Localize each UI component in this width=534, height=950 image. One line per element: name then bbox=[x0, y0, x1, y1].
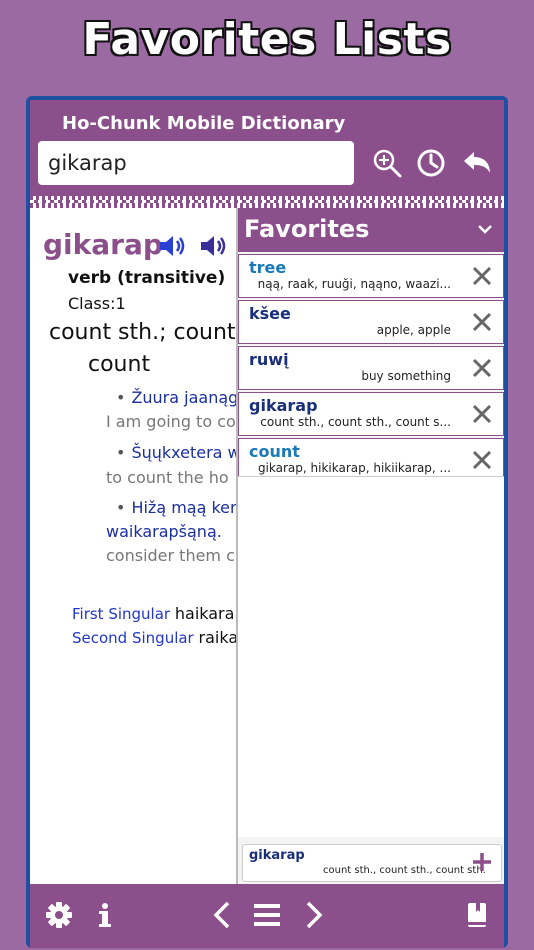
entry-pane: gikarap verb (transitive) Class:1 count … bbox=[30, 208, 236, 884]
current-entry-card: gikarap count sth., count sth., count st… bbox=[242, 844, 502, 882]
current-entry-word: gikarap bbox=[249, 848, 305, 863]
example-1-english: I am going to co bbox=[106, 412, 236, 431]
favorite-gloss: apple, apple bbox=[376, 323, 451, 337]
back-icon[interactable] bbox=[460, 146, 494, 180]
favorite-gloss: count sth., count sth., count s... bbox=[260, 415, 451, 429]
favorite-gloss: buy something bbox=[361, 369, 451, 383]
conjugation-label: First Singular bbox=[72, 605, 171, 623]
entry-part-of-speech: verb (transitive) bbox=[68, 268, 226, 288]
example-2-hocak: • Šųųkxetera w bbox=[116, 443, 236, 462]
info-icon[interactable] bbox=[90, 900, 120, 930]
example-3-hocak: • Hižą mąą ker bbox=[116, 498, 236, 517]
favorite-word: tree bbox=[249, 258, 287, 277]
favorite-word: ruwį bbox=[249, 350, 289, 369]
search-input[interactable] bbox=[38, 141, 358, 185]
remove-favorite-icon[interactable] bbox=[471, 449, 493, 471]
favorites-title: Favorites bbox=[244, 215, 370, 243]
conjugation-row: Second Singular raikar bbox=[72, 628, 236, 647]
favorite-gloss: nąą, raak, ruuği, nąąno, waazi... bbox=[257, 277, 451, 291]
conjugation-value: raikar bbox=[198, 628, 236, 647]
speaker-slow-icon[interactable] bbox=[198, 232, 230, 260]
favorites-header[interactable]: Favorites bbox=[238, 208, 504, 252]
promo-title: Favorites Lists bbox=[81, 13, 453, 67]
conjugation-label: Second Singular bbox=[72, 629, 194, 647]
favorite-item-gikarap[interactable]: gikarap count sth., count sth., count s.… bbox=[238, 392, 504, 436]
settings-icon[interactable] bbox=[44, 900, 74, 930]
entry-definition-line2: count bbox=[88, 352, 151, 377]
history-icon[interactable] bbox=[414, 146, 448, 180]
favorite-item-ruwi[interactable]: ruwį buy something bbox=[238, 346, 504, 390]
bottom-toolbar bbox=[30, 884, 504, 948]
example-2-english: to count the ho bbox=[106, 468, 229, 487]
entry-class: Class:1 bbox=[68, 294, 126, 313]
remove-favorite-icon[interactable] bbox=[471, 403, 493, 425]
favorite-item-ksee[interactable]: kšee apple, apple bbox=[238, 300, 504, 344]
favorite-item-tree[interactable]: tree nąą, raak, ruuği, nąąno, waazi... bbox=[238, 254, 504, 298]
current-entry-gloss: count sth., count sth., count sth. bbox=[323, 865, 486, 876]
previous-icon[interactable] bbox=[208, 900, 238, 930]
favorite-word: kšee bbox=[249, 304, 291, 323]
header-border bbox=[30, 196, 504, 208]
conjugation-row: First Singular haikarap bbox=[72, 604, 236, 623]
favorite-gloss: gikarap, hikikarap, hikiikarap, ... bbox=[257, 461, 451, 475]
remove-favorite-icon[interactable] bbox=[471, 265, 493, 287]
device-frame: Ho-Chunk Mobile Dictionary gikarap gikar… bbox=[26, 96, 508, 948]
next-icon[interactable] bbox=[298, 900, 328, 930]
dictionary-book-icon[interactable] bbox=[462, 900, 492, 930]
remove-favorite-icon[interactable] bbox=[471, 357, 493, 379]
speaker-icon[interactable] bbox=[157, 232, 189, 260]
conjugation-value: haikarap bbox=[174, 604, 236, 623]
app-title: Ho-Chunk Mobile Dictionary bbox=[62, 113, 346, 134]
example-3-english: consider them c bbox=[106, 546, 235, 565]
favorites-empty-area bbox=[238, 476, 504, 837]
favorites-panel: Favorites tree nąą, raak, ruuği, nąąno, … bbox=[238, 208, 504, 884]
app-header: Ho-Chunk Mobile Dictionary bbox=[30, 100, 504, 204]
favorite-word: gikarap bbox=[249, 396, 318, 415]
favorites-list: tree nąą, raak, ruuği, nąąno, waazi... k… bbox=[238, 254, 504, 484]
entry-headword: gikarap bbox=[43, 228, 163, 261]
app-screen: Ho-Chunk Mobile Dictionary gikarap gikar… bbox=[30, 100, 504, 948]
example-3-hocak-line2: waikarapšąną. bbox=[106, 522, 222, 541]
remove-favorite-icon[interactable] bbox=[471, 311, 493, 333]
chevron-down-icon[interactable] bbox=[476, 222, 494, 236]
example-1-hocak: • Žuura jaanąg bbox=[116, 388, 236, 407]
search-box[interactable] bbox=[38, 141, 358, 185]
entry-definition-line1: count sth.; count bbox=[49, 320, 236, 345]
zoom-in-icon[interactable] bbox=[370, 146, 404, 180]
add-favorite-icon[interactable] bbox=[471, 851, 493, 873]
favorite-word: count bbox=[249, 442, 300, 461]
menu-icon[interactable] bbox=[252, 900, 282, 930]
